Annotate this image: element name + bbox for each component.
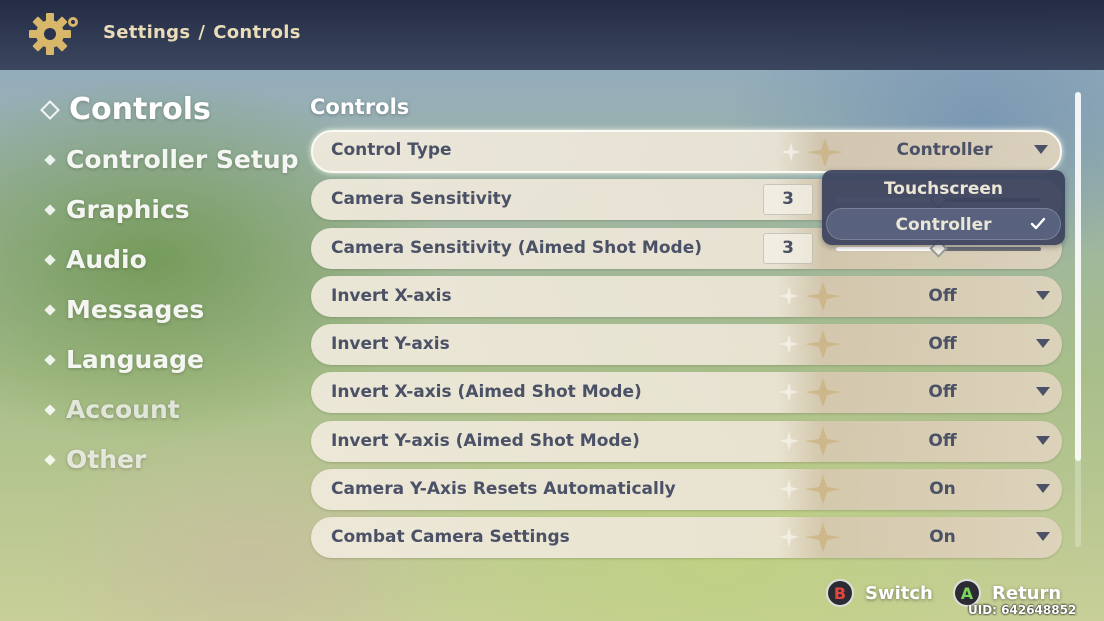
nav-item-controller-setup[interactable]: Controller Setup [40,145,299,174]
dropdown-option-touchscreen[interactable]: Touchscreen [826,173,1061,205]
setting-value: Controller [896,140,993,160]
diamond-icon [44,453,56,466]
nav-item-audio[interactable]: Audio [40,245,147,274]
star-decoration-icon [779,427,841,456]
nav-item-label: Messages [66,295,205,324]
star-decoration-icon [779,282,841,311]
star-decoration-icon [779,523,841,552]
chevron-down-icon[interactable] [1036,387,1050,396]
return-label: Return [992,582,1062,604]
checkmark-icon [1030,217,1046,230]
setting-label: Camera Sensitivity (Aimed Shot Mode) [331,238,702,258]
diamond-icon [44,303,56,316]
setting-label: Invert Y-axis (Aimed Shot Mode) [331,431,640,451]
section-title: Controls [310,95,410,119]
nav-item-messages[interactable]: Messages [40,295,204,324]
setting-label: Camera Y-Axis Resets Automatically [331,479,676,499]
nav-item-other[interactable]: Other [40,445,146,474]
setting-row-invert-x[interactable]: Invert X-axis Off [311,276,1062,317]
switch-label: Switch [865,582,933,604]
setting-label: Invert X-axis (Aimed Shot Mode) [331,382,642,402]
nav-item-label: Graphics [66,195,190,224]
nav-item-language[interactable]: Language [40,345,204,374]
diamond-icon [44,203,56,216]
star-decoration-icon [781,138,843,167]
diamond-icon [44,253,56,266]
setting-value: Off [928,382,957,402]
nav-item-label: Controller Setup [66,145,299,174]
dropdown-option-controller[interactable]: Controller [826,208,1061,240]
setting-row-invert-y-aimed[interactable]: Invert Y-axis (Aimed Shot Mode) Off [311,421,1062,462]
control-type-dropdown: Touchscreen Controller [822,170,1065,245]
setting-row-control-type[interactable]: Control Type Controller [311,130,1062,173]
scrollbar-thumb[interactable] [1075,92,1081,461]
sensitivity-slider-fill [836,247,939,251]
breadcrumb-current: Controls [213,22,301,43]
setting-label: Invert X-axis [331,286,452,306]
nav-item-account[interactable]: Account [40,395,180,424]
nav-item-label: Controls [69,92,211,127]
setting-row-combat-camera[interactable]: Combat Camera Settings On [311,517,1062,558]
option-label: Controller [895,215,992,235]
chevron-down-icon[interactable] [1036,436,1050,445]
nav-item-label: Language [66,345,205,374]
diamond-icon [44,153,56,166]
star-decoration-icon [779,330,841,359]
setting-row-invert-x-aimed[interactable]: Invert X-axis (Aimed Shot Mode) Off [311,372,1062,413]
chevron-down-icon[interactable] [1034,145,1048,154]
setting-row-camera-y-reset[interactable]: Camera Y-Axis Resets Automatically On [311,469,1062,510]
breadcrumb-root[interactable]: Settings [103,22,190,43]
breadcrumb: Settings / Controls [103,22,301,43]
nav-item-graphics[interactable]: Graphics [40,195,190,224]
sensitivity-value-box[interactable]: 3 [763,233,813,264]
breadcrumb-separator: / [198,22,206,43]
setting-label: Control Type [331,140,452,160]
uid-label: UID: 642648852 [968,603,1077,617]
setting-value: Off [928,286,957,306]
switch-hint[interactable]: B Switch [826,579,933,607]
chevron-down-icon[interactable] [1036,339,1050,348]
star-decoration-icon [779,475,841,504]
setting-label: Invert Y-axis [331,334,450,354]
sensitivity-value-box[interactable]: 3 [763,184,813,215]
chevron-down-icon[interactable] [1036,484,1050,493]
setting-value: Off [928,334,957,354]
nav-item-label: Audio [66,245,147,274]
nav-item-label: Account [66,395,180,424]
nav-item-label: Other [66,445,147,474]
diamond-icon [44,403,56,416]
setting-value: On [929,479,956,499]
selected-diamond-icon [40,99,60,120]
top-bar: Settings / Controls [0,0,1104,70]
setting-label: Combat Camera Settings [331,527,570,547]
chevron-down-icon[interactable] [1036,532,1050,541]
diamond-icon [44,353,56,366]
setting-label: Camera Sensitivity [331,189,512,209]
gear-icon [29,13,78,55]
star-decoration-icon [779,378,841,407]
setting-row-invert-y[interactable]: Invert Y-axis Off [311,324,1062,365]
setting-value: Off [928,431,957,451]
option-label: Touchscreen [883,179,1004,199]
setting-value: On [929,527,956,547]
b-button-icon: B [826,579,854,607]
nav-item-controls[interactable]: Controls [40,92,211,127]
chevron-down-icon[interactable] [1036,291,1050,300]
